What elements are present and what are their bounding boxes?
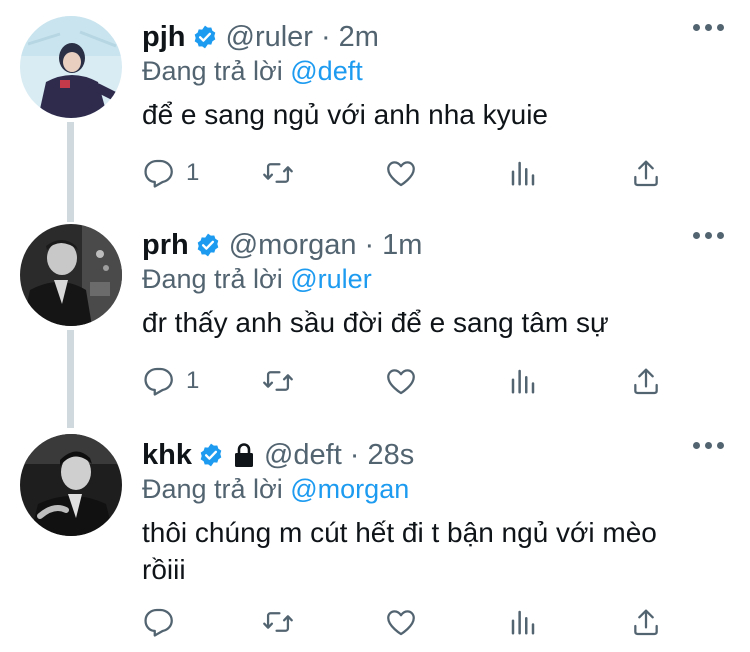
lock-icon xyxy=(232,442,256,468)
avatar[interactable] xyxy=(20,16,122,118)
views-button[interactable] xyxy=(508,156,538,190)
tweet-header: pjh @ruler · 2m xyxy=(142,20,379,54)
reply-button[interactable]: 1 xyxy=(142,364,199,398)
retweet-button[interactable] xyxy=(260,605,296,639)
share-button[interactable] xyxy=(630,156,662,190)
display-name[interactable]: prh xyxy=(142,228,189,262)
like-icon xyxy=(387,161,415,187)
tweet[interactable]: pjh @ruler · 2m Đang trả lời @deft để e … xyxy=(0,0,750,208)
reply-button[interactable]: 1 xyxy=(142,156,199,190)
avatar[interactable] xyxy=(20,224,122,326)
more-icon[interactable] xyxy=(693,442,724,449)
timestamp[interactable]: 1m xyxy=(382,228,422,262)
timestamp[interactable]: 28s xyxy=(367,438,414,472)
share-button[interactable] xyxy=(630,364,662,398)
reply-count: 1 xyxy=(186,367,200,394)
separator-dot: · xyxy=(320,21,331,53)
tweet-header: prh @morgan · 1m xyxy=(142,228,422,262)
display-name[interactable]: khk xyxy=(142,438,192,472)
views-icon xyxy=(511,161,535,186)
share-icon xyxy=(634,609,658,636)
reply-prefix: Đang trả lời xyxy=(142,56,291,86)
reply-context: Đang trả lời @morgan xyxy=(142,473,409,505)
reply-context: Đang trả lời @ruler xyxy=(142,263,372,295)
action-bar: 1 xyxy=(142,156,682,192)
reply-icon xyxy=(144,608,173,637)
action-bar xyxy=(142,605,682,641)
display-name[interactable]: pjh xyxy=(142,20,186,54)
share-icon xyxy=(634,368,658,395)
like-button[interactable] xyxy=(384,156,418,190)
timestamp[interactable]: 2m xyxy=(339,20,379,54)
reply-mention[interactable]: @deft xyxy=(290,56,362,86)
reply-context: Đang trả lời @deft xyxy=(142,55,363,87)
reply-count: 1 xyxy=(186,159,200,186)
reply-icon xyxy=(144,159,173,188)
reply-mention[interactable]: @ruler xyxy=(290,264,371,294)
tweet[interactable]: khk @deft · 28s Đang trả lời @morgan thô… xyxy=(0,418,750,652)
avatar[interactable] xyxy=(20,434,122,536)
verified-badge-icon xyxy=(195,232,221,258)
verified-badge-icon xyxy=(192,24,218,50)
views-button[interactable] xyxy=(508,364,538,398)
tweet-text: để e sang ngủ với anh nha kyuie xyxy=(142,99,548,130)
tweet-text: thôi chúng m cút hết đi t bận ngủ với mè… xyxy=(142,517,657,585)
action-bar: 1 xyxy=(142,364,682,400)
share-button[interactable] xyxy=(630,605,662,639)
like-icon xyxy=(387,369,415,395)
reply-icon xyxy=(144,367,173,396)
views-icon xyxy=(511,610,535,635)
retweet-button[interactable] xyxy=(260,156,296,190)
share-icon xyxy=(634,160,658,187)
separator-dot: · xyxy=(364,229,375,261)
retweet-icon xyxy=(263,371,293,391)
views-icon xyxy=(511,369,535,394)
reply-prefix: Đang trả lời xyxy=(142,474,291,504)
more-icon[interactable] xyxy=(693,24,724,31)
verified-badge-icon xyxy=(198,442,224,468)
like-button[interactable] xyxy=(384,605,418,639)
views-button[interactable] xyxy=(508,605,538,639)
tweet-header: khk @deft · 28s xyxy=(142,438,414,472)
like-icon xyxy=(387,610,415,636)
tweet[interactable]: prh @morgan · 1m Đang trả lời @ruler đr … xyxy=(0,208,750,418)
tweet-text: đr thấy anh sầu đời để e sang tâm sự xyxy=(142,307,609,338)
like-button[interactable] xyxy=(384,364,418,398)
separator-dot: · xyxy=(349,439,360,471)
reply-mention[interactable]: @morgan xyxy=(290,474,409,504)
retweet-icon xyxy=(263,163,293,183)
retweet-icon xyxy=(263,612,293,632)
retweet-button[interactable] xyxy=(260,364,296,398)
user-handle[interactable]: @deft xyxy=(264,438,342,472)
user-handle[interactable]: @morgan xyxy=(229,228,357,262)
user-handle[interactable]: @ruler xyxy=(226,20,313,54)
reply-button[interactable] xyxy=(142,605,176,639)
more-icon[interactable] xyxy=(693,232,724,239)
reply-prefix: Đang trả lời xyxy=(142,264,291,294)
